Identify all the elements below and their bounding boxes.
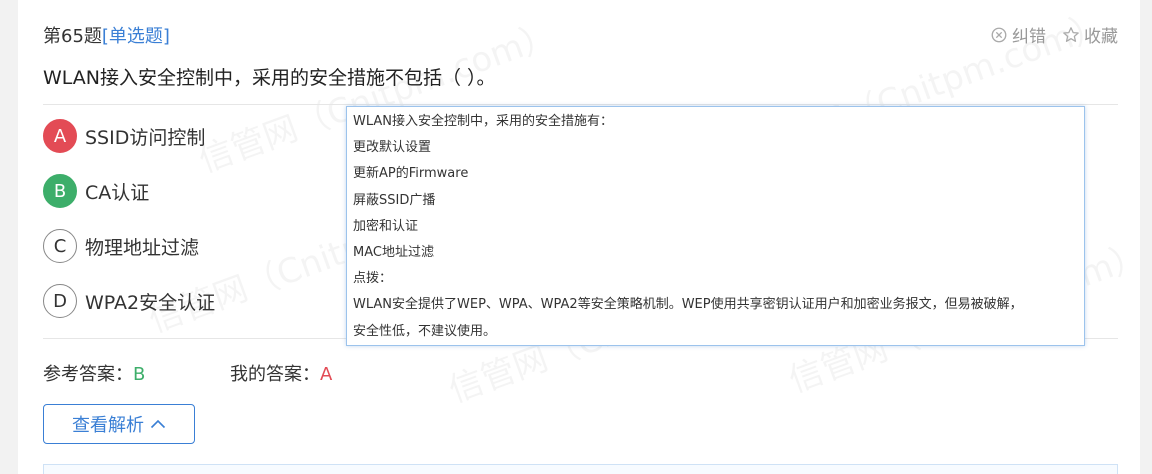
tooltip-line: 加密和认证	[353, 218, 419, 234]
tooltip-line: WLAN接入安全控制中，采用的安全措施有：	[353, 114, 614, 129]
question-stem: WLAN接入安全控制中，采用的安全措施不包括（ ）。	[43, 67, 496, 89]
tooltip-line: 更新AP的Firmware	[353, 166, 469, 182]
view-analysis-label: 查看解析	[72, 415, 144, 436]
question-number: 第65题	[43, 26, 102, 47]
option-d[interactable]: D WPA2安全认证	[43, 284, 215, 318]
report-error-label: 纠错	[1012, 27, 1046, 47]
report-error-button[interactable]: 纠错	[990, 22, 1046, 47]
explanation-tooltip: WLAN接入安全控制中，采用的安全措施有： 更改默认设置 更新AP的Firmwa…	[346, 106, 1085, 346]
option-c[interactable]: C 物理地址过滤	[43, 229, 199, 263]
question-tools: 纠错 收藏	[990, 22, 1118, 47]
divider	[43, 104, 1118, 105]
option-text: CA认证	[85, 181, 150, 204]
question-card: 信管网（Cnitpm.com） 信管网（Cnitpm.com） 信管网（Cnit…	[18, 0, 1151, 474]
tooltip-line: 安全性低，不建议使用。	[353, 323, 497, 339]
analysis-panel	[43, 464, 1118, 474]
option-b[interactable]: B CA认证	[43, 174, 149, 208]
option-letter-badge: B	[43, 174, 77, 208]
tooltip-line: MAC地址过滤	[353, 244, 434, 260]
tooltip-line: WLAN安全提供了WEP、WPA、WPA2等安全策略机制。WEP使用共享密钥认证…	[353, 297, 1023, 313]
star-icon	[1063, 26, 1079, 42]
option-text: WPA2安全认证	[85, 291, 216, 314]
tooltip-line: 屏蔽SSID广播	[353, 192, 436, 208]
view-analysis-button[interactable]: 查看解析	[43, 404, 195, 444]
my-answer: 我的答案：A	[230, 360, 332, 386]
question-type: [单选题]	[101, 26, 170, 47]
option-a[interactable]: A SSID访问控制	[43, 119, 205, 153]
option-text: 物理地址过滤	[85, 236, 200, 259]
option-letter-badge: C	[43, 229, 77, 263]
favorite-button[interactable]: 收藏	[1062, 22, 1118, 47]
my-answer-value: A	[320, 364, 333, 385]
reference-answer: 参考答案：B	[43, 360, 145, 386]
favorite-label: 收藏	[1084, 27, 1118, 47]
tooltip-line: 更改默认设置	[353, 140, 432, 156]
reference-answer-label: 参考答案：	[43, 364, 133, 385]
close-circle-icon	[991, 27, 1007, 42]
reference-answer-value: B	[133, 364, 146, 385]
chevron-up-icon	[150, 419, 166, 429]
option-text: SSID访问控制	[85, 126, 206, 149]
my-answer-label: 我的答案：	[230, 364, 320, 385]
tooltip-line: 点拨：	[353, 271, 393, 287]
question-header: 第65题[单选题]	[43, 22, 170, 48]
option-letter-badge: A	[43, 119, 77, 153]
option-letter-badge: D	[43, 284, 77, 318]
